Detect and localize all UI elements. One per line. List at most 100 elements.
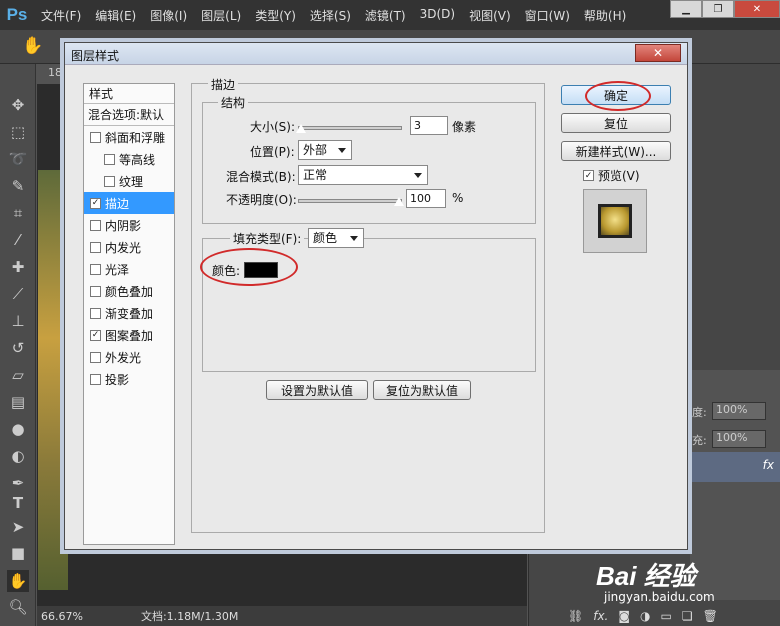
marquee-tool-icon[interactable]: ⬚ (7, 121, 29, 143)
shape-tool-icon[interactable]: ■ (7, 542, 29, 564)
style-item[interactable]: 颜色叠加 (84, 280, 174, 302)
menu-item[interactable]: 图像(I) (143, 7, 194, 24)
preview-checkbox[interactable]: ✓ 预览(V) (583, 167, 640, 184)
hand-tool-icon[interactable]: ✋ (22, 36, 43, 56)
fill-type-label: 填充类型(F): (230, 230, 305, 247)
restore-icon[interactable]: ❐ (702, 0, 734, 18)
menu-item[interactable]: 类型(Y) (248, 7, 303, 24)
menu-item[interactable]: 图层(L) (194, 7, 248, 24)
menu-item[interactable]: 窗口(W) (518, 7, 577, 24)
style-item-label: 等高线 (119, 152, 156, 167)
fx-menu-icon[interactable]: fx. (593, 609, 608, 623)
styles-header[interactable]: 样式 (84, 84, 174, 104)
style-item[interactable]: 渐变叠加 (84, 302, 174, 324)
lasso-tool-icon[interactable]: ➰ (7, 148, 29, 170)
style-item-label: 内阴影 (105, 218, 142, 233)
layer-fill-field[interactable]: 100% (712, 430, 766, 448)
mask-icon[interactable]: ◙ (618, 609, 630, 623)
layer-style-dialog: 图层样式 ✕ 样式 混合选项:默认 斜面和浮雕 等高线 纹理 ✓ 描边 内阴影 内发光 光泽颜… (64, 42, 688, 550)
menu-item[interactable]: 帮助(H) (577, 7, 633, 24)
pen-tool-icon[interactable]: ✒ (7, 472, 29, 494)
quick-select-icon[interactable]: ✎ (7, 175, 29, 197)
stroke-settings-panel: 描边 结构 大小(S): 3 像素 位置(P): 外部 混合模式(B): 正常 … (191, 76, 545, 533)
history-brush-icon[interactable]: ↺ (7, 337, 29, 359)
reset-button[interactable]: 复位 (561, 113, 671, 133)
crop-tool-icon[interactable]: ⌗ (7, 202, 29, 224)
dodge-tool-icon[interactable]: ◐ (7, 445, 29, 467)
type-tool-icon[interactable]: T (7, 492, 29, 514)
opacity-slider-thumb[interactable] (394, 197, 404, 206)
move-tool-icon[interactable]: ✥ (7, 94, 29, 116)
preview-check-icon[interactable]: ✓ (583, 170, 594, 181)
opacity-input[interactable]: 100 (406, 189, 446, 208)
new-style-button[interactable]: 新建样式(W)... (561, 141, 671, 161)
window-close-icon[interactable]: ✕ (734, 0, 780, 18)
dialog-titlebar: 图层样式 ✕ (65, 43, 687, 65)
zoom-level[interactable]: 66.67% (37, 610, 83, 623)
trash-icon[interactable]: 🗑︎ (703, 609, 718, 623)
make-default-button[interactable]: 设置为默认值 (266, 380, 368, 400)
gradient-tool-icon[interactable]: ▤ (7, 391, 29, 413)
style-item[interactable]: 内发光 (84, 236, 174, 258)
menu-item[interactable]: 选择(S) (303, 7, 358, 24)
style-item[interactable]: 外发光 (84, 346, 174, 368)
blend-options-item[interactable]: 混合选项:默认 (84, 104, 174, 126)
zoom-tool-icon[interactable]: 🔍︎ (7, 596, 29, 618)
checkbox-icon[interactable] (104, 153, 115, 165)
position-select[interactable]: 外部 (298, 140, 352, 160)
new-layer-icon[interactable]: ❏ (682, 609, 693, 623)
menu-item[interactable]: 文件(F) (34, 7, 88, 24)
eyedropper-icon[interactable]: ⁄ (7, 229, 29, 251)
style-item[interactable]: 光泽 (84, 258, 174, 280)
blend-mode-select[interactable]: 正常 (298, 165, 428, 185)
style-item-label: 斜面和浮雕 (105, 130, 166, 145)
style-item[interactable]: 斜面和浮雕 (84, 126, 174, 148)
checkbox-checked-icon[interactable]: ✓ (90, 197, 101, 209)
brush-tool-icon[interactable]: ⟋ (7, 283, 29, 305)
adjustment-icon[interactable]: ◑ (640, 609, 650, 623)
style-item[interactable]: 等高线 (84, 148, 174, 170)
reset-default-button[interactable]: 复位为默认值 (373, 380, 471, 400)
hand-tool-active-icon[interactable]: ✋ (7, 570, 29, 592)
size-input[interactable]: 3 (410, 116, 448, 135)
size-slider-thumb[interactable] (296, 124, 306, 133)
clone-stamp-icon[interactable]: ⊥ (7, 310, 29, 332)
blur-tool-icon[interactable]: ● (7, 418, 29, 440)
selected-layer-row[interactable]: fx (692, 452, 780, 482)
style-item[interactable]: ✓ 图案叠加 (84, 324, 174, 346)
fill-type-value: 颜色 (313, 231, 338, 245)
style-item[interactable]: 纹理 (84, 170, 174, 192)
minimize-icon[interactable]: ▁ (670, 0, 702, 18)
structure-title: 结构 (218, 94, 249, 111)
style-item[interactable]: 内阴影 (84, 214, 174, 236)
menu-item[interactable]: 滤镜(T) (358, 7, 413, 24)
size-slider[interactable] (298, 126, 402, 130)
checkbox-icon[interactable] (104, 175, 115, 187)
style-item-label: 描边 (105, 196, 130, 211)
eraser-icon[interactable]: ▱ (7, 364, 29, 386)
checkbox-icon[interactable] (90, 219, 101, 231)
link-icon[interactable]: ⛓ (568, 609, 583, 623)
dialog-close-button[interactable]: ✕ (635, 44, 681, 62)
checkbox-icon[interactable] (90, 373, 101, 385)
menu-item[interactable]: 3D(D) (413, 7, 462, 24)
style-item[interactable]: 投影 (84, 368, 174, 390)
layer-opacity-field[interactable]: 100% (712, 402, 766, 420)
checkbox-icon[interactable] (90, 241, 101, 253)
checkbox-icon[interactable] (90, 263, 101, 275)
checkbox-checked-icon[interactable]: ✓ (90, 329, 101, 341)
fill-type-select[interactable]: 颜色 (308, 228, 364, 248)
styles-list: 样式 混合选项:默认 斜面和浮雕等高线纹理 ✓ 描边内阴影内发光 光泽 颜色叠加 渐变叠加… (83, 83, 175, 545)
healing-brush-icon[interactable]: ✚ (7, 256, 29, 278)
checkbox-icon[interactable] (90, 351, 101, 363)
checkbox-icon[interactable] (90, 131, 101, 143)
fx-icon[interactable]: fx (763, 458, 774, 472)
opacity-slider[interactable] (298, 199, 402, 203)
menu-item[interactable]: 编辑(E) (88, 7, 143, 24)
checkbox-icon[interactable] (90, 307, 101, 319)
path-select-icon[interactable]: ➤ (7, 516, 29, 538)
group-icon[interactable]: ▭ (661, 609, 672, 623)
menu-item[interactable]: 视图(V) (462, 7, 518, 24)
style-item[interactable]: ✓ 描边 (84, 192, 174, 214)
checkbox-icon[interactable] (90, 285, 101, 297)
